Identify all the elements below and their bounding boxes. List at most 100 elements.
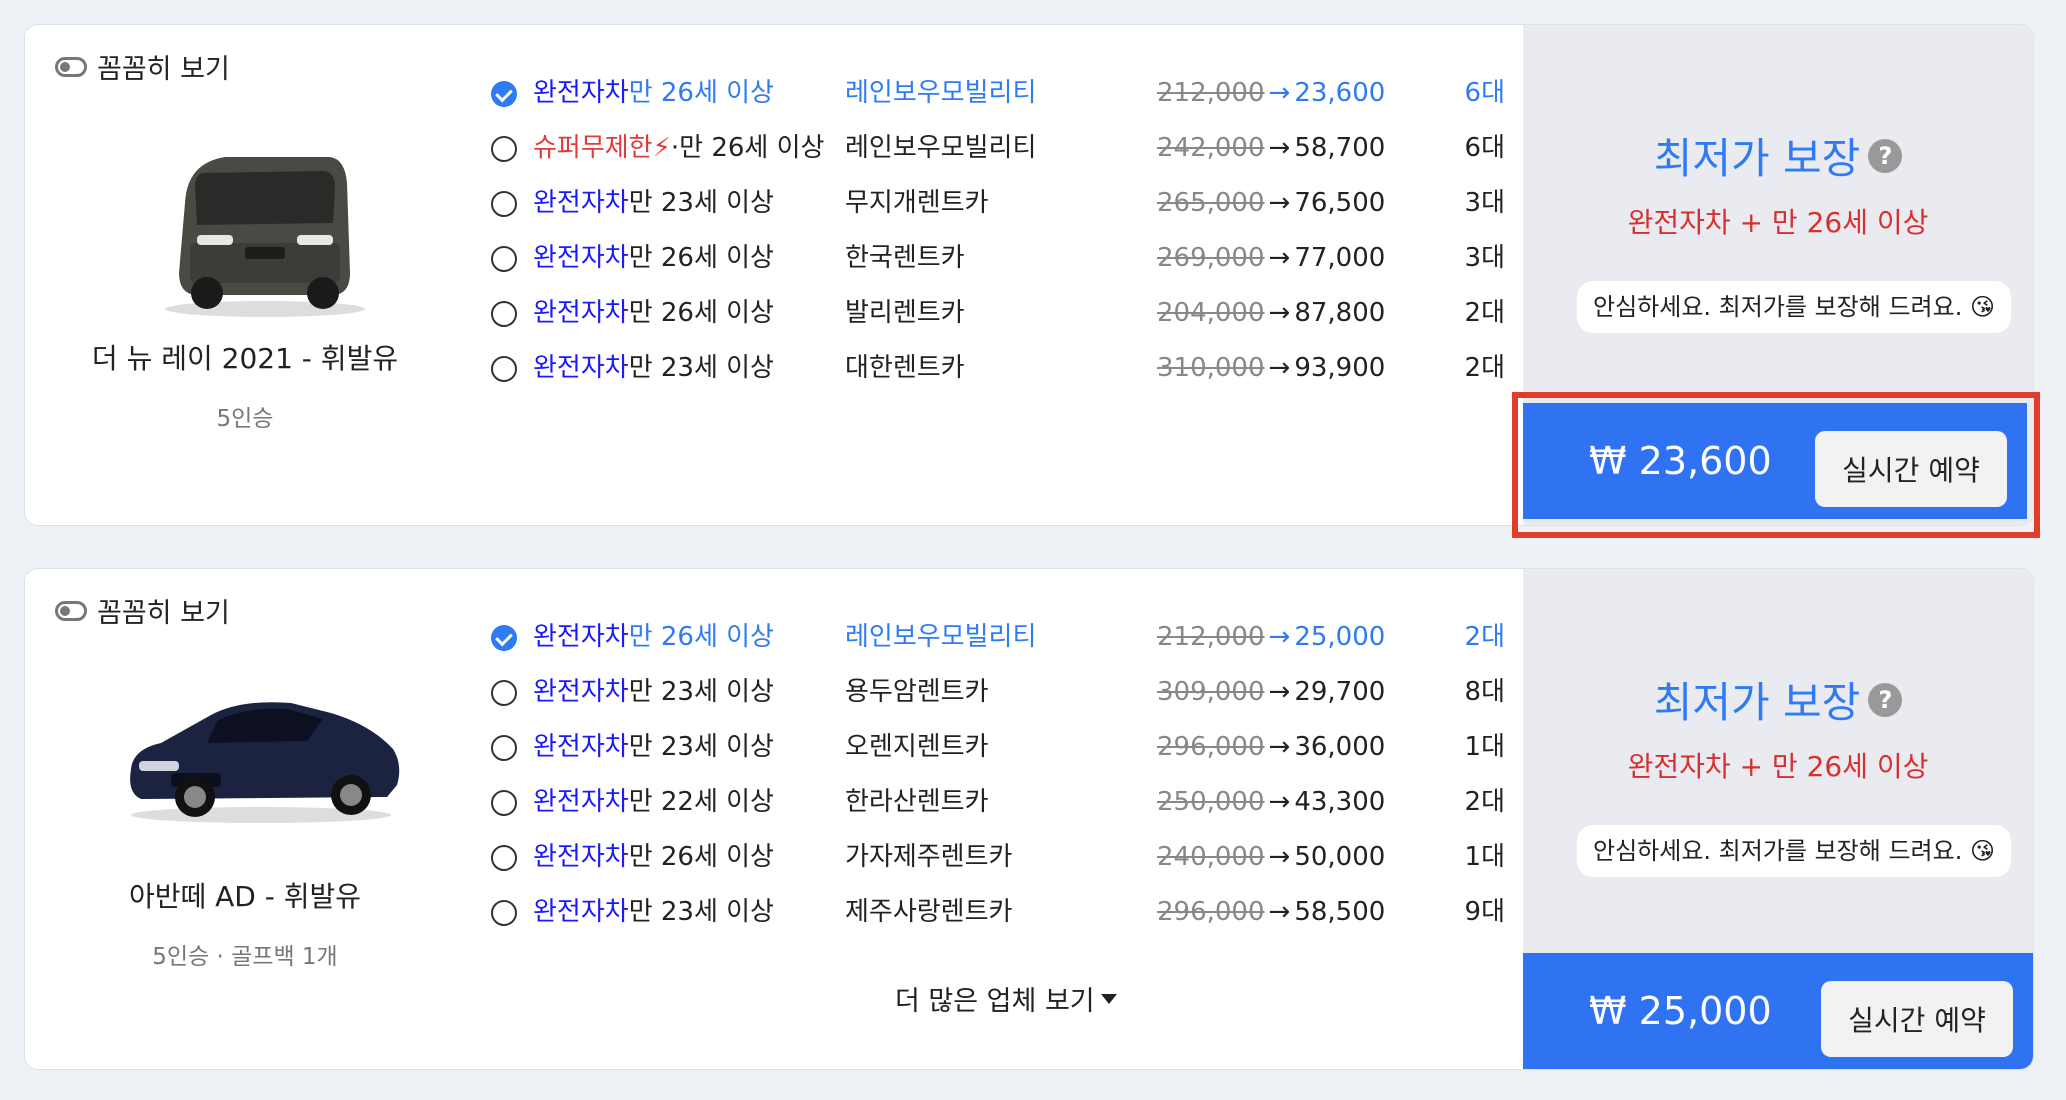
rental-option-row[interactable]: 완전자차만 23세 이상 용두암렌트카 309,000 → 29,700 8대 [465,672,1505,727]
insurance-tag: 완전자차 [533,842,629,872]
insurance-condition: 완전자차만 23세 이상 [533,183,774,223]
radio-unchecked-icon[interactable] [491,136,517,162]
rental-company: 레인보우모빌리티 [845,78,1037,108]
original-price: 296,000 [1157,732,1265,762]
radio-unchecked-icon[interactable] [491,301,517,327]
pay-amount: ₩ 25,000 [1589,989,1772,1033]
rental-option-row[interactable]: 완전자차만 26세 이상 한국렌트카 269,000 → 77,000 3대 [465,238,1505,293]
insurance-tag: 완전자차 [533,298,629,328]
payment-bar: ₩ 25,000 실시간 예약 [1523,953,2033,1069]
discount-price: 58,500 [1294,897,1386,927]
radio-checked-icon[interactable] [491,81,517,107]
insurance-condition: 완전자차만 23세 이상 [533,672,774,712]
rental-option-list: 완전자차만 26세 이상 레인보우모빌리티 212,000 → 25,000 2대 … [465,617,1505,947]
more-companies-link[interactable]: 더 많은 업체 보기 [895,979,1117,1018]
rental-option-row[interactable]: 완전자차만 26세 이상 레인보우모빌리티 212,000 → 23,600 6대 [465,73,1505,128]
insurance-tag: 완전자차 [533,622,629,652]
available-count: 2대 [1464,787,1505,817]
available-count: 3대 [1464,188,1505,218]
discount-price: 87,800 [1294,298,1386,328]
car-listing-card: 꼼꼼히 보기 아반떼 AD - 휘발유 5인승 · 골프백 1개 완전자차만 2… [24,568,2034,1070]
discount-price: 58,700 [1294,133,1386,163]
insurance-tag: 완전자차 [533,188,629,218]
question-icon[interactable]: ? [1868,138,1903,173]
insurance-condition: 완전자차만 26세 이상 [533,293,774,333]
car-name: 더 뉴 레이 2021 - 휘발유 [91,342,399,375]
discount-price: 36,000 [1294,732,1386,762]
original-price: 250,000 [1157,787,1265,817]
age-condition: 만 23세 이상 [628,732,774,762]
rental-company: 한라산렌트카 [845,787,989,817]
toggle-switch-icon[interactable] [55,600,87,621]
available-count: 6대 [1464,78,1505,108]
arrow-right-icon: → [1268,787,1291,817]
detail-view-toggle[interactable]: 꼼꼼히 보기 [55,47,230,86]
rental-company: 레인보우모빌리티 [845,622,1037,652]
discount-price: 77,000 [1294,243,1386,273]
price-info: 296,000 → 36,000 [1157,727,1385,767]
rental-option-row[interactable]: 완전자차만 26세 이상 발리렌트카 204,000 → 87,800 2대 [465,293,1505,348]
car-listing-card: 꼼꼼히 보기 더 뉴 레이 2021 - 휘발유 5인승 완전자차만 26세 이… [24,24,2034,526]
car-spec: 5인승 [216,406,274,432]
rental-option-row[interactable]: 슈퍼무제한⚡·만 26세 이상 레인보우모빌리티 242,000 → 58,700 … [465,128,1505,183]
lowest-price-guarantee: 최저가 보장 ? [1523,669,2033,730]
lightning-icon: ⚡ [652,133,671,163]
arrow-right-icon: → [1268,243,1291,273]
detail-view-toggle[interactable]: 꼼꼼히 보기 [55,591,230,630]
original-price: 204,000 [1157,298,1265,328]
rental-option-row[interactable]: 완전자차만 23세 이상 무지개렌트카 265,000 → 76,500 3대 [465,183,1505,238]
discount-price: 50,000 [1294,842,1386,872]
radio-unchecked-icon[interactable] [491,900,517,926]
age-condition: ·만 26세 이상 [670,133,825,163]
price-info: 296,000 → 58,500 [1157,892,1385,932]
insurance-condition: 슈퍼무제한⚡·만 26세 이상 [533,128,824,168]
rental-option-row[interactable]: 완전자차만 23세 이상 오렌지렌트카 296,000 → 36,000 1대 [465,727,1505,782]
question-icon[interactable]: ? [1868,682,1903,717]
original-price: 310,000 [1157,353,1265,383]
rental-option-row[interactable]: 완전자차만 23세 이상 대한렌트카 310,000 → 93,900 2대 [465,348,1505,403]
pay-amount: ₩ 23,600 [1589,439,1772,483]
car-image [130,702,400,823]
arrow-right-icon: → [1268,622,1291,652]
rental-option-row[interactable]: 완전자차만 22세 이상 한라산렌트카 250,000 → 43,300 2대 [465,782,1505,837]
radio-unchecked-icon[interactable] [491,191,517,217]
radio-unchecked-icon[interactable] [491,680,517,706]
radio-unchecked-icon[interactable] [491,735,517,761]
discount-price: 43,300 [1294,787,1386,817]
radio-unchecked-icon[interactable] [491,246,517,272]
available-count: 1대 [1464,842,1505,872]
rental-option-row[interactable]: 완전자차만 23세 이상 제주사랑렌트카 296,000 → 58,500 9대 [465,892,1505,947]
rental-option-row[interactable]: 완전자차만 26세 이상 레인보우모빌리티 212,000 → 25,000 2대 [465,617,1505,672]
toggle-switch-icon[interactable] [55,56,87,77]
guarantee-title: 최저가 보장 [1653,678,1861,727]
age-condition: 만 23세 이상 [628,897,774,927]
original-price: 240,000 [1157,842,1265,872]
available-count: 2대 [1464,298,1505,328]
price-info: 265,000 → 76,500 [1157,183,1385,223]
rental-option-row[interactable]: 완전자차만 26세 이상 가자제주렌트카 240,000 → 50,000 1대 [465,837,1505,892]
radio-unchecked-icon[interactable] [491,356,517,382]
detail-view-label: 꼼꼼히 보기 [97,598,230,629]
arrow-right-icon: → [1268,78,1291,108]
insurance-tag: 슈퍼무제한 [533,133,653,163]
caret-down-icon [1100,993,1117,1004]
age-condition: 만 26세 이상 [628,842,774,872]
original-price: 212,000 [1157,78,1265,108]
available-count: 8대 [1464,677,1505,707]
radio-unchecked-icon[interactable] [491,845,517,871]
rental-company: 발리렌트카 [845,298,965,328]
payment-bar: ₩ 23,600 실시간 예약 [1523,403,2027,519]
radio-unchecked-icon[interactable] [491,790,517,816]
radio-checked-icon[interactable] [491,625,517,651]
price-info: 204,000 → 87,800 [1157,293,1385,333]
guarantee-condition: 완전자차 + 만 26세 이상 [1627,750,1929,783]
price-info: 269,000 → 77,000 [1157,238,1385,278]
car-image [165,157,365,317]
insurance-condition: 완전자차만 26세 이상 [533,837,774,877]
rental-company: 오렌지렌트카 [845,732,989,762]
age-condition: 만 23세 이상 [628,188,774,218]
reserve-button[interactable]: 실시간 예약 [1821,981,2013,1057]
reserve-button[interactable]: 실시간 예약 [1815,431,2007,507]
reassure-message: 안심하세요. 최저가를 보장해 드려요. 😘 [1577,825,2011,877]
price-info: 242,000 → 58,700 [1157,128,1385,168]
